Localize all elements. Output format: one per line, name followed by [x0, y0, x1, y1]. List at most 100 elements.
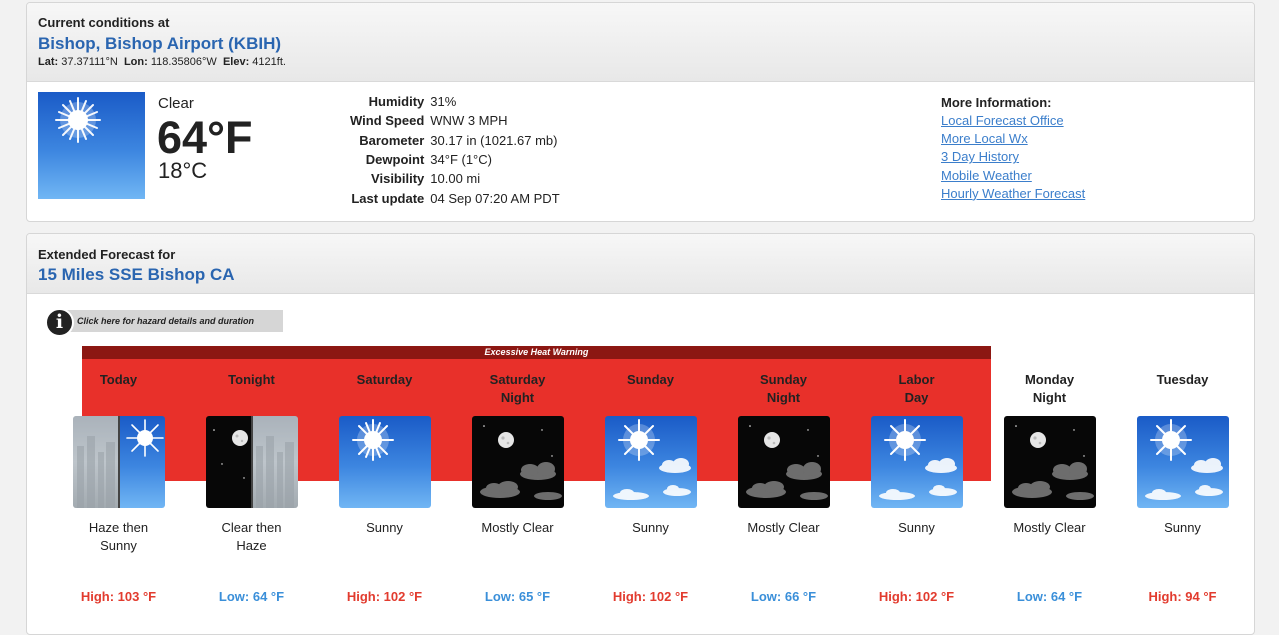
- more-information-title: More Information:: [941, 95, 1052, 110]
- period-description-line1: Sunny: [1164, 520, 1201, 535]
- period-temp-high: High: 103 °F: [80, 589, 157, 604]
- period-description: Sunny: [850, 519, 983, 537]
- period-name: Tonight: [185, 371, 318, 389]
- detail-label: Last update: [351, 190, 425, 206]
- period-description-line1: Sunny: [632, 520, 669, 535]
- more-information: More Information: Local Forecast Office …: [941, 95, 1085, 203]
- current-temp-c: 18°C: [158, 158, 208, 183]
- period-description: Sunny: [1116, 519, 1249, 537]
- link-hourly-weather-forecast[interactable]: Hourly Weather Forecast: [941, 185, 1085, 203]
- period-name-line2: Night: [1032, 390, 1067, 405]
- period-description: Sunny: [584, 519, 717, 537]
- period-name-line1: Tuesday: [1156, 372, 1209, 387]
- period-description: Haze then Sunny: [52, 519, 185, 555]
- station-name: Bishop, Bishop Airport (KBIH): [38, 34, 282, 53]
- period-name: Labor Day: [850, 371, 983, 407]
- detail-label: Humidity: [368, 94, 425, 110]
- forecast-period: Sunday Night Mostly Clear Low: 66 °F: [717, 294, 850, 634]
- period-name-line1: Saturday: [489, 372, 546, 387]
- current-temp-f: 64°F: [157, 112, 253, 163]
- lat-label: Lat:: [38, 56, 59, 68]
- detail-value: 34°F (1°C): [430, 152, 492, 168]
- period-temp-high: High: 94 °F: [1148, 589, 1217, 604]
- period-description: Sunny: [318, 519, 451, 537]
- period-name-line1: Monday: [1024, 372, 1075, 387]
- detail-value: 31%: [430, 94, 457, 110]
- period-description: Mostly Clear: [717, 519, 850, 537]
- period-description-line1: Mostly Clear: [481, 520, 554, 535]
- period-name: Sunday Night: [717, 371, 850, 407]
- sun-clouds-icon[interactable]: [1137, 416, 1229, 508]
- link-3-day-history[interactable]: 3 Day History: [941, 148, 1085, 166]
- period-name-line1: Today: [99, 372, 138, 387]
- link-local-forecast-office[interactable]: Local Forecast Office: [941, 112, 1085, 130]
- icon-divider: [118, 416, 120, 508]
- extended-forecast-body: Click here for hazard details and durati…: [27, 294, 1254, 634]
- lon-value: 118.35806°W: [150, 56, 217, 68]
- current-condition-text: Clear: [158, 95, 194, 112]
- detail-row-humidity: Humidity 31%: [347, 92, 563, 111]
- period-name: Saturday: [318, 371, 451, 389]
- detail-label: Dewpoint: [365, 152, 425, 168]
- elev-value: 4121ft.: [252, 56, 286, 68]
- sun-clouds-icon[interactable]: [605, 416, 697, 508]
- current-conditions-body: Clear 64°F 18°C Humidity 31% Wind Speed WN…: [27, 82, 1254, 220]
- period-temp-high: High: 102 °F: [878, 589, 955, 604]
- moon-clouds-icon[interactable]: [738, 416, 830, 508]
- forecast-period: Labor Day Sunny High: 102 °F: [850, 294, 983, 634]
- detail-row-dewpoint: Dewpoint 34°F (1°C): [347, 150, 563, 169]
- detail-value: 10.00 mi: [430, 171, 481, 187]
- period-name: Saturday Night: [451, 371, 584, 407]
- moon-clouds-icon[interactable]: [472, 416, 564, 508]
- period-name-line2: Day: [904, 390, 929, 405]
- current-details-table: Humidity 31% Wind Speed WNW 3 MPH Baromete…: [347, 92, 563, 208]
- clear-then-haze-icon[interactable]: [206, 416, 298, 508]
- sun-clouds-icon[interactable]: [871, 416, 963, 508]
- sun-icon: [119, 416, 165, 508]
- period-name: Today: [52, 371, 185, 389]
- period-temp-high: High: 102 °F: [346, 589, 423, 604]
- detail-value: 04 Sep 07:20 AM PDT: [430, 190, 560, 206]
- forecast-period: Tonight Clear then Haze Low: 64 °F: [185, 294, 318, 634]
- period-description-line1: Sunny: [898, 520, 935, 535]
- detail-value: WNW 3 MPH: [430, 113, 508, 129]
- period-description-line1: Mostly Clear: [747, 520, 820, 535]
- period-description-line2: Sunny: [100, 538, 137, 553]
- forecast-period: Sunday Sunny High: 102 °F: [584, 294, 717, 634]
- sun-icon[interactable]: [339, 416, 431, 508]
- haze-then-sun-icon[interactable]: [73, 416, 165, 508]
- period-name-line2: Night: [500, 390, 535, 405]
- forecast-period: Saturday Sunny High: 102 °F: [318, 294, 451, 634]
- forecast-period: Monday Night Mostly Clear Low: 64 °F: [983, 294, 1116, 634]
- lat-value: 37.37111°N: [61, 56, 118, 68]
- period-description-line1: Clear then: [221, 520, 282, 535]
- extended-forecast-header: Extended Forecast for 15 Miles SSE Bisho…: [27, 234, 1254, 294]
- sun-icon: [38, 92, 145, 199]
- forecast-period: Saturday Night Mostly Clear Low: 65 °F: [451, 294, 584, 634]
- period-name-line1: Tonight: [228, 372, 275, 387]
- period-description-line1: Mostly Clear: [1013, 520, 1086, 535]
- period-description-line2: Haze: [236, 538, 267, 553]
- extended-forecast-panel: Extended Forecast for 15 Miles SSE Bisho…: [26, 233, 1255, 635]
- detail-row-barometer: Barometer 30.17 in (1021.67 mb): [347, 131, 563, 150]
- forecast-location: 15 Miles SSE Bishop CA: [38, 265, 235, 284]
- period-description: Mostly Clear: [983, 519, 1116, 537]
- period-temp-low: Low: 64 °F: [1016, 589, 1083, 604]
- period-description: Clear then Haze: [185, 519, 318, 555]
- period-temp-low: Low: 64 °F: [218, 589, 285, 604]
- period-name: Tuesday: [1116, 371, 1249, 389]
- period-temp-low: Low: 65 °F: [484, 589, 551, 604]
- current-conditions-panel: Current conditions at Bishop, Bishop Air…: [26, 2, 1255, 222]
- detail-row-last-update: Last update 04 Sep 07:20 AM PDT: [347, 188, 563, 207]
- icon-divider: [251, 416, 253, 508]
- period-name-line2: Night: [766, 390, 801, 405]
- link-mobile-weather[interactable]: Mobile Weather: [941, 167, 1085, 185]
- period-name-line1: Saturday: [356, 372, 413, 387]
- current-conditions-header: Current conditions at Bishop, Bishop Air…: [27, 3, 1254, 82]
- elev-label: Elev:: [222, 56, 250, 68]
- period-name-line1: Sunday: [627, 372, 674, 387]
- period-name-line1: Labor: [898, 372, 935, 387]
- haze-icon: [73, 416, 119, 508]
- link-more-local-wx[interactable]: More Local Wx: [941, 130, 1085, 148]
- moon-clouds-icon[interactable]: [1004, 416, 1096, 508]
